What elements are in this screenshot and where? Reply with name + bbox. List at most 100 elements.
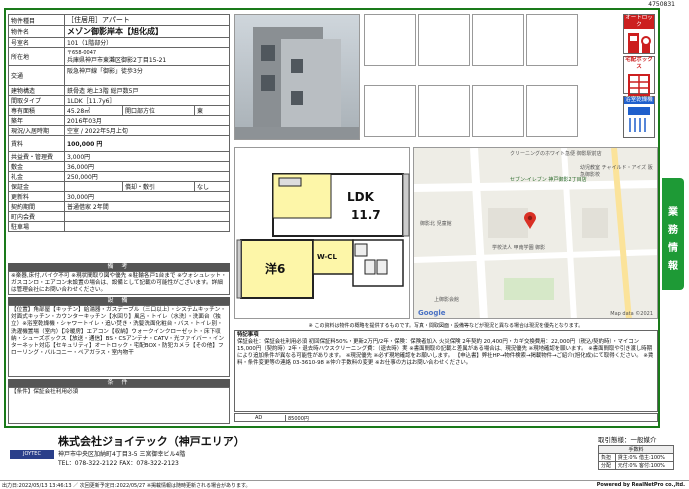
spec-label: 号室名 — [8, 37, 65, 48]
fee-value: 貸主:0% 借主:100% — [614, 453, 675, 462]
map-attribution: Map data ©2021 — [610, 311, 653, 317]
spec-label: 所在地 — [8, 47, 65, 66]
window — [291, 59, 303, 73]
spec-value: 250,000円 — [64, 171, 230, 182]
spec-label: 間取タイプ — [8, 95, 65, 106]
spec-value: 2016年03月 — [64, 115, 230, 126]
print-date: 出力日:2022/05/13 13:46:13 ／ 次回更新予定日:2022/0… — [2, 483, 251, 489]
spec-label: 開口部方位 — [121, 105, 195, 116]
box-icon — [628, 74, 650, 96]
company-footer: JOYTEC 株式会社ジョイテック（神戸エリア） 神戸市中央区加納町4丁目3-5… — [4, 430, 685, 480]
spec-value: 45.28㎡ — [64, 105, 123, 116]
spec-label: 物件名 — [8, 25, 65, 38]
company-phone: TEL：078-322-2122 FAX：078-322-2123 — [58, 460, 179, 467]
zip-code: 〒658-0047 — [67, 50, 97, 56]
photo-thumbnail[interactable] — [364, 85, 416, 137]
spec-value: 30,000円 — [64, 191, 230, 202]
ad-label: AD — [255, 415, 263, 421]
spec-label: 交通 — [8, 65, 65, 86]
bathroom-dryer-icon: 浴室乾燥機 — [623, 96, 655, 138]
spec-table: 物件種目 ［住居用］アパート 物件名 メゾン御影岸本【旭化成】 号室名 101（1階部… — [8, 14, 231, 232]
spec-value: 鉄骨造 地上3階 総戸数5戸 — [64, 85, 230, 96]
floor-plan[interactable]: LDK 11.7 洋6 W-CL — [234, 147, 410, 319]
lock-panel-icon — [628, 33, 651, 53]
google-logo: Google — [418, 309, 446, 317]
equipment-header: 設 備 — [8, 297, 230, 305]
icon-label: 浴室乾燥機 — [624, 97, 654, 104]
conditions-text: 【条件】保証会社利用必須 — [8, 387, 230, 424]
spec-label: 賃料 — [8, 135, 65, 152]
building-shape — [281, 39, 341, 139]
delivery-box-icon: 宅配ボックス — [623, 56, 655, 96]
spec-value: なし — [193, 181, 231, 192]
spec-label: 契約期間 — [8, 201, 65, 212]
rent-price: 100,000 円 — [64, 135, 230, 152]
photo-thumbnail[interactable] — [364, 14, 416, 66]
print-info-bar: 出力日:2022/05/13 13:46:13 ／ 次回更新予定日:2022/0… — [0, 480, 689, 489]
photo-thumbnail[interactable] — [526, 85, 578, 137]
company-logo: JOYTEC — [10, 450, 54, 459]
spec-value: 101（1階部分） — [64, 37, 230, 48]
equipment-text: 【位置】角部屋【キッチン】給湯器・ガスデーブル（三口以上）・システムキッチン・対… — [8, 305, 230, 377]
ldk-label: LDK — [347, 190, 374, 204]
icon-label: 宅配ボックス — [624, 57, 654, 71]
autolock-icon: オートロック — [623, 14, 655, 54]
traffic-value: 阪急神戸線「御影」徒歩3分 — [64, 65, 230, 86]
side-tab[interactable]: 業 務 情 報 — [662, 178, 684, 290]
spec-label: 共益費・管理費 — [8, 151, 65, 162]
fee-box: 取引態様：一般媒介 手数料 負担 貸主:0% 借主:100% 分配 元付:0% 客付… — [598, 434, 675, 470]
road — [235, 127, 359, 139]
company-address: 神戸市中央区加納町4丁目3-5 三宮御幸ビル4階 — [58, 451, 186, 458]
spec-label: 町内会費 — [8, 211, 65, 222]
western-room-label: 洋6 — [265, 262, 286, 276]
spec-value: 36,000円 — [64, 161, 230, 172]
location-map[interactable]: クリーニングのホワイト急便 御影駅前店 セブン-イレブン 神戸御影2丁目店 幼児… — [413, 147, 658, 319]
map-label: クリーニングのホワイト急便 御影駅前店 — [510, 151, 602, 157]
spec-label: 保証金 — [8, 181, 65, 192]
photo-thumbnail[interactable] — [526, 14, 578, 66]
spec-value: 東 — [193, 105, 231, 116]
floor-plan-drawing — [236, 173, 410, 299]
photo-thumbnail[interactable] — [472, 14, 524, 66]
reference-number: 4750831 — [648, 1, 675, 8]
spec-value: 普通借家 2年間 — [64, 201, 230, 212]
fee-label: 分配 — [598, 461, 616, 470]
spec-label: 築年 — [8, 115, 65, 126]
map-label: 御影北 児童館 — [420, 221, 452, 227]
remarks-text: ※楽器,床付,バイク不可 ※現状間取り図や優先 ※駐輪各戸1台まで ※ウォシュレ… — [8, 271, 230, 295]
company-name: 株式会社ジョイテック（神戸エリア） — [58, 435, 245, 448]
photo-thumbnail[interactable] — [472, 85, 524, 137]
building-photo[interactable] — [234, 14, 360, 140]
transaction-type: 取引態様：一般媒介 — [598, 436, 657, 444]
address-text: 兵庫県神戸市東灘区御影2丁目15-21 — [67, 57, 167, 64]
side-tab-char: 務 — [668, 225, 678, 236]
spec-label: 建物構造 — [8, 85, 65, 96]
special-remarks: 特記事項 保証会社：保証会社利用必須 初回保証料50%・更新2万円/2年・保険：… — [234, 330, 658, 412]
spec-value — [64, 211, 230, 222]
spec-value: 3,000円 — [64, 151, 230, 162]
ad-row: AD 85000円 — [234, 413, 658, 422]
conditions-header: 条 件 — [8, 379, 230, 387]
spec-value — [64, 181, 123, 192]
spec-value: 1LDK［11.7y6］ — [64, 95, 230, 106]
side-tab-char: 報 — [668, 261, 678, 272]
photo-thumbnail[interactable] — [418, 85, 470, 137]
location-pin-icon — [524, 212, 536, 229]
window — [261, 75, 275, 91]
fee-subtitle: 手数料 — [598, 445, 674, 454]
spec-label: 駐車場 — [8, 221, 65, 232]
fee-table: 手数料 負担 貸主:0% 借主:100% 分配 元付:0% 客付:100% — [598, 445, 675, 470]
fee-value: 元付:0% 客付:100% — [614, 461, 675, 470]
spec-label: 更新料 — [8, 191, 65, 202]
spec-label: 専有面積 — [8, 105, 65, 116]
spec-value — [64, 221, 230, 232]
map-label: 上御影会館 — [434, 297, 460, 303]
side-tab-char: 情 — [668, 243, 678, 254]
map-label: セブン-イレブン 神戸御影2丁目店 — [510, 177, 587, 183]
remarks-header: 備 考 — [8, 263, 230, 271]
powered-by: Powered by RealNetPro co.,ltd. — [596, 482, 685, 488]
spec-label: 物件種目 — [8, 14, 65, 26]
photo-thumbnail[interactable] — [418, 14, 470, 66]
ad-value: 85000円 — [285, 415, 309, 422]
property-name: メゾン御影岸本【旭化成】 — [64, 25, 230, 38]
